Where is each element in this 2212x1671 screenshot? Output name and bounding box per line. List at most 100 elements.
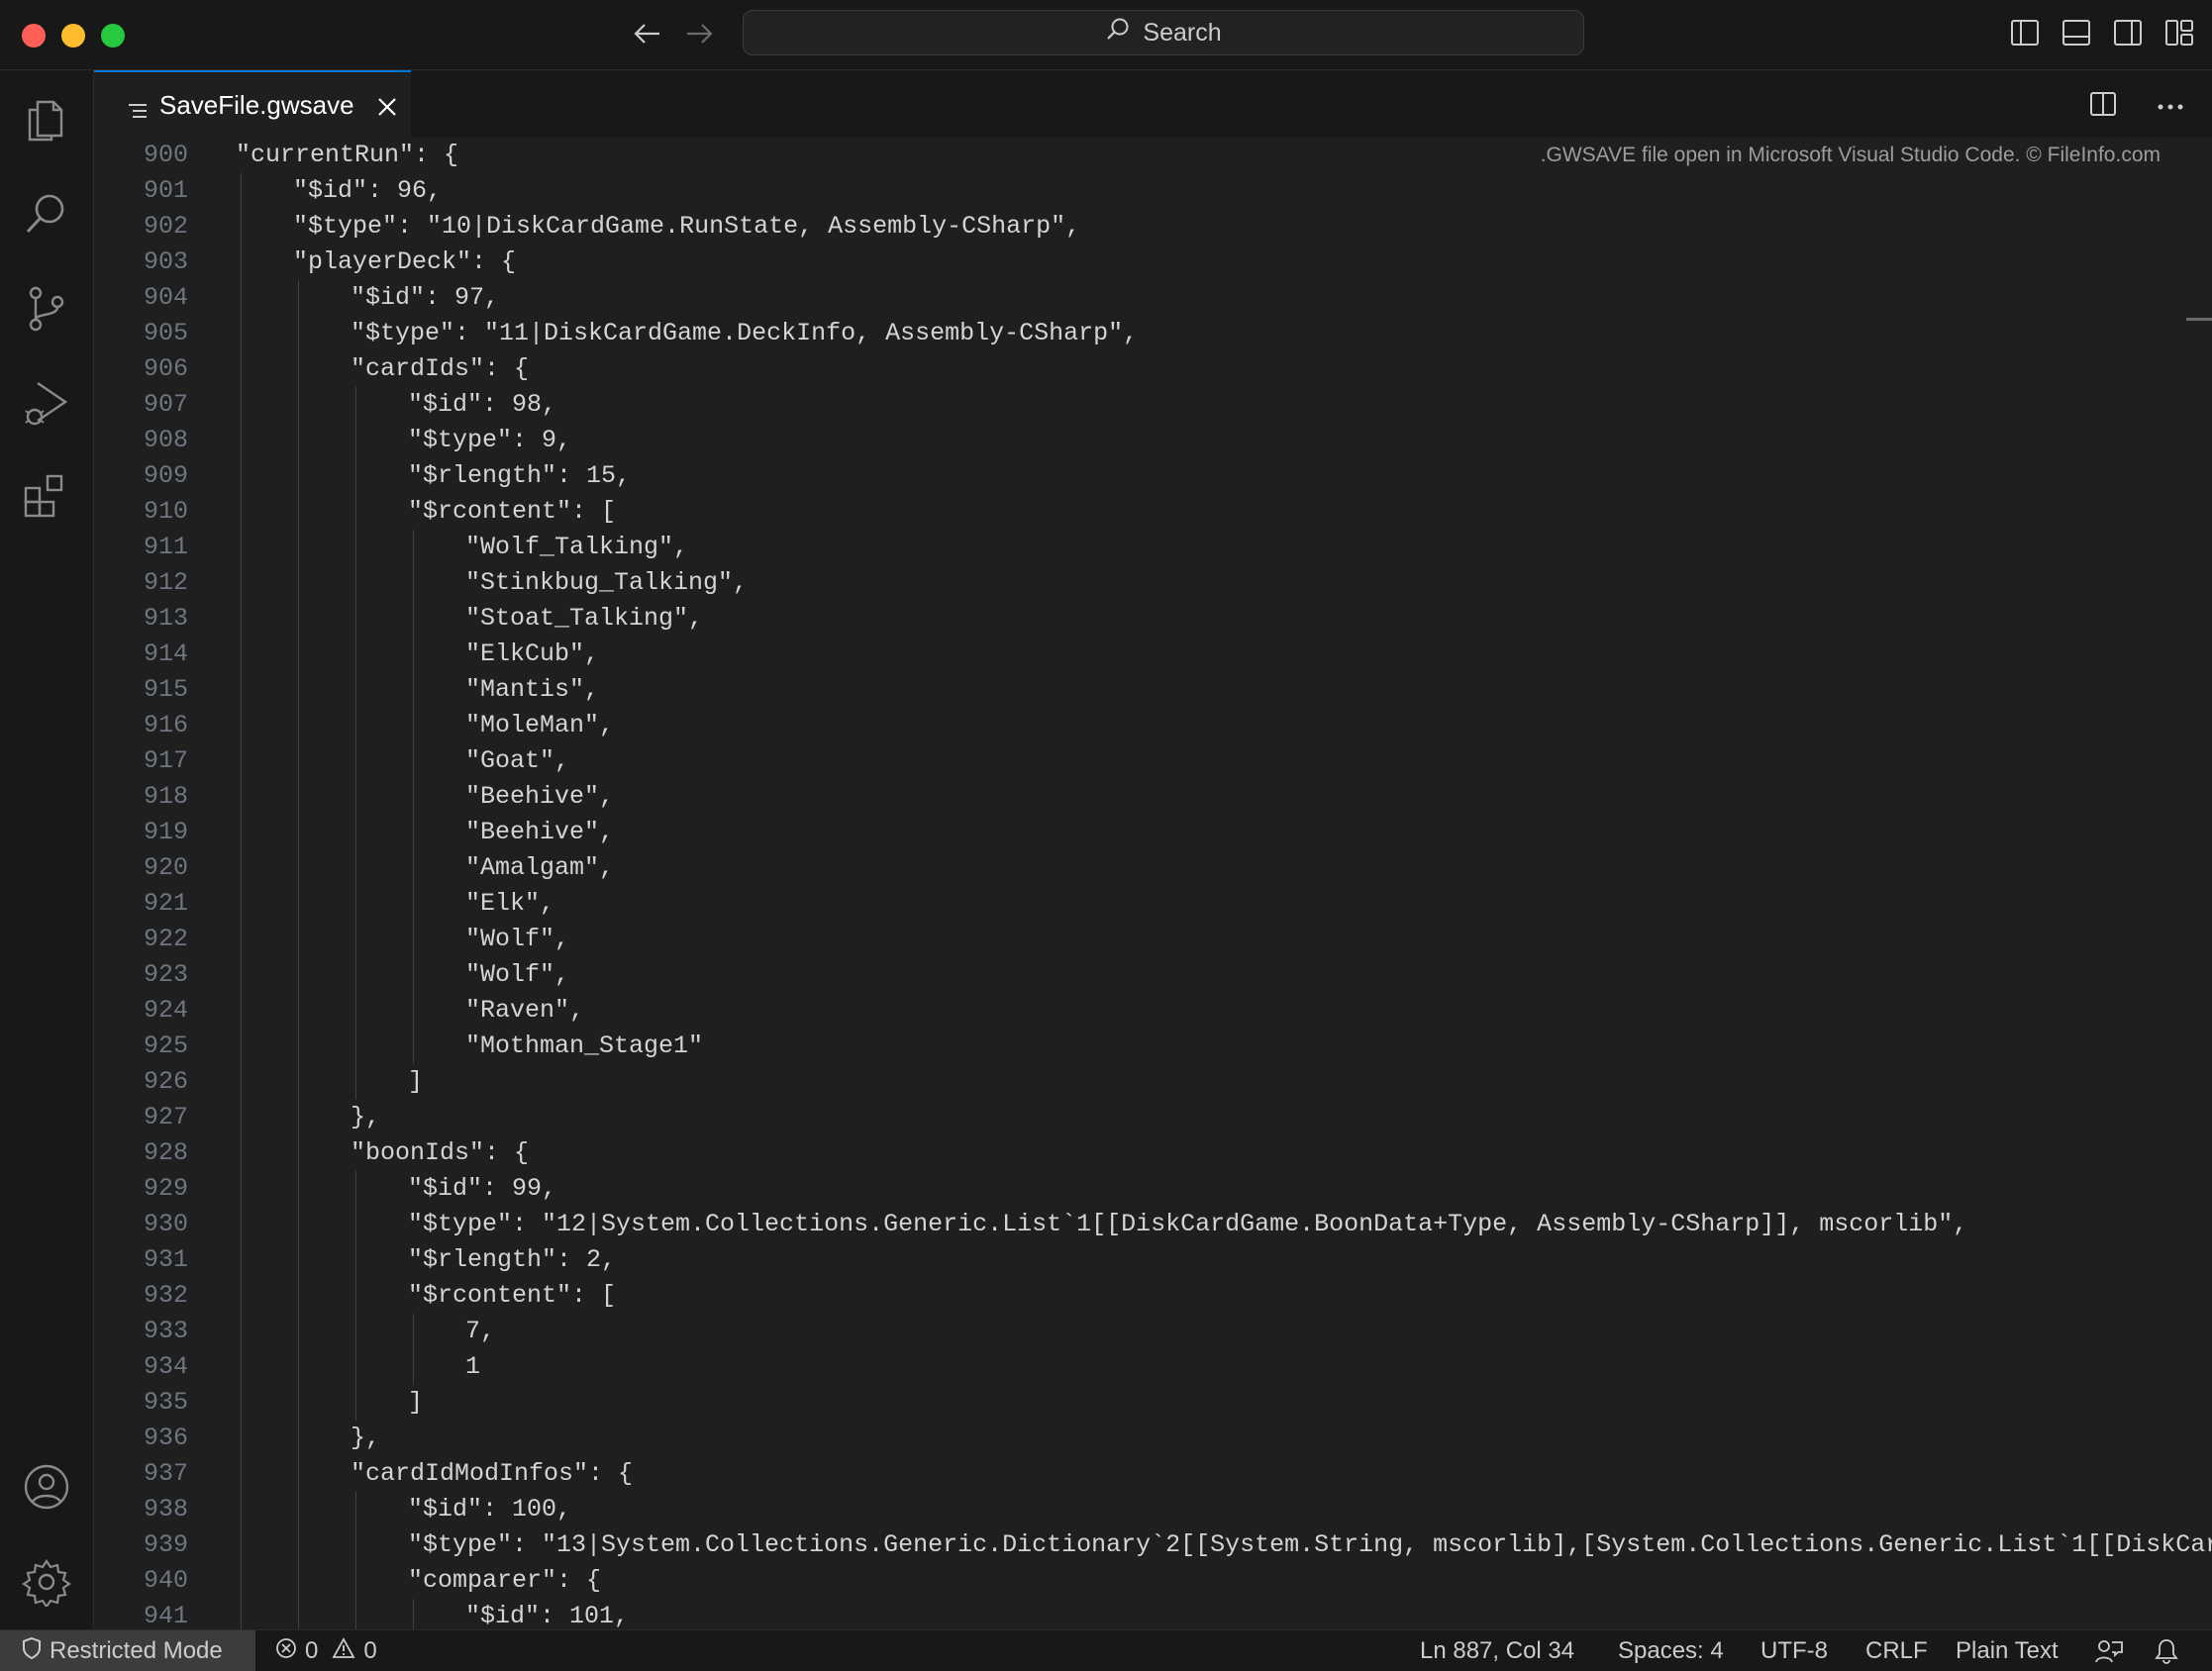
cursor-position[interactable]: Ln 887, Col 34 — [1420, 1630, 1574, 1671]
feedback-icon[interactable] — [2095, 1630, 2123, 1671]
code-line[interactable]: 925 "Mothman_Stage1" — [94, 1029, 2212, 1064]
indent-guide — [298, 601, 299, 637]
close-window-button[interactable] — [22, 24, 46, 48]
line-ending-setting[interactable]: CRLF — [1865, 1630, 1928, 1671]
code-line[interactable]: 915 "Mantis", — [94, 672, 2212, 708]
minimize-window-button[interactable] — [61, 24, 85, 48]
code-line[interactable]: 917 "Goat", — [94, 743, 2212, 779]
code-line[interactable]: 905 "$type": "11|DiskCardGame.DeckInfo, A… — [94, 316, 2212, 351]
indentation-setting[interactable]: Spaces: 4 — [1618, 1630, 1724, 1671]
more-actions-icon[interactable] — [2157, 98, 2184, 116]
code-line[interactable]: 919 "Beehive", — [94, 815, 2212, 850]
line-number: 912 — [143, 568, 188, 597]
scrollbar-marker[interactable] — [2186, 318, 2212, 321]
toggle-panel-icon[interactable] — [2061, 18, 2091, 48]
problems-indicator[interactable]: 0 0 — [275, 1630, 377, 1671]
code-line[interactable]: 907 "$id": 98, — [94, 387, 2212, 423]
line-number: 929 — [143, 1174, 188, 1203]
code-line[interactable]: 902 "$type": "10|DiskCardGame.RunState, A… — [94, 209, 2212, 245]
line-number: 923 — [143, 960, 188, 989]
code-line[interactable]: 927}, — [94, 1100, 2212, 1135]
indent-guide — [241, 1100, 242, 1135]
run-and-debug-icon[interactable] — [20, 377, 73, 431]
settings-gear-icon[interactable] — [20, 1555, 73, 1609]
indent-guide — [298, 1492, 299, 1527]
code-line[interactable]: 931 "$rlength": 2, — [94, 1242, 2212, 1278]
code-line[interactable]: 904 "$id": 97, — [94, 280, 2212, 316]
code-line[interactable]: 932 "$rcontent": [ — [94, 1278, 2212, 1314]
indent-guide — [413, 530, 414, 565]
code-line[interactable]: 924 "Raven", — [94, 993, 2212, 1029]
close-icon[interactable] — [376, 94, 398, 116]
indent-guide — [413, 957, 414, 993]
line-number: 925 — [143, 1032, 188, 1060]
code-line[interactable]: 928 "boonIds": { — [94, 1135, 2212, 1171]
code-line[interactable]: 906 "cardIds": { — [94, 351, 2212, 387]
source-control-icon[interactable] — [20, 282, 73, 336]
code-line[interactable]: 908 "$type": 9, — [94, 423, 2212, 458]
code-line[interactable]: 920 "Amalgam", — [94, 850, 2212, 886]
code-line[interactable]: 936}, — [94, 1421, 2212, 1456]
toggle-secondary-sidebar-icon[interactable] — [2113, 18, 2143, 48]
tab-savefile[interactable]: SaveFile.gwsave — [94, 70, 411, 138]
indent-guide — [298, 423, 299, 458]
indent-guide — [298, 1100, 299, 1135]
line-number: 904 — [143, 283, 188, 312]
indent-guide — [413, 922, 414, 957]
code-line[interactable]: 935] — [94, 1385, 2212, 1421]
forward-arrow-icon[interactable] — [679, 14, 719, 53]
code-line[interactable]: 912 "Stinkbug_Talking", — [94, 565, 2212, 601]
code-line[interactable]: 930 "$type": "12|System.Collections.Gener… — [94, 1207, 2212, 1242]
code-line[interactable]: 937 "cardIdModInfos": { — [94, 1456, 2212, 1492]
code-line[interactable]: 938 "$id": 100, — [94, 1492, 2212, 1527]
search-icon[interactable] — [20, 187, 73, 241]
code-line[interactable]: 918 "Beehive", — [94, 779, 2212, 815]
indent-guide — [298, 1349, 299, 1385]
code-editor[interactable]: 941 "$id": 101, 940 "comparer": {939 "$type"… — [94, 138, 2212, 1629]
line-number: 916 — [143, 711, 188, 739]
code-line[interactable]: 929 "$id": 99, — [94, 1171, 2212, 1207]
indent-guide — [298, 993, 299, 1029]
code-line[interactable]: 911 "Wolf_Talking", — [94, 530, 2212, 565]
code-line[interactable]: 913 "Stoat_Talking", — [94, 601, 2212, 637]
code-line[interactable]: 923 "Wolf", — [94, 957, 2212, 993]
command-center-search[interactable]: Search — [743, 10, 1584, 55]
line-text: "Wolf_Talking", — [465, 533, 689, 561]
indent-guide — [298, 1029, 299, 1064]
back-arrow-icon[interactable] — [628, 14, 667, 53]
code-line[interactable]: 903 "playerDeck": { — [94, 245, 2212, 280]
line-number: 918 — [143, 782, 188, 811]
explorer-icon[interactable] — [20, 92, 73, 146]
toggle-primary-sidebar-icon[interactable] — [2010, 18, 2040, 48]
code-line[interactable]: 914 "ElkCub", — [94, 637, 2212, 672]
notifications-bell-icon[interactable] — [2155, 1630, 2178, 1671]
code-line[interactable]: 909 "$rlength": 15, — [94, 458, 2212, 494]
maximize-window-button[interactable] — [101, 24, 125, 48]
indent-guide — [298, 957, 299, 993]
line-number: 903 — [143, 247, 188, 276]
error-count: 0 — [305, 1637, 319, 1664]
code-line[interactable]: 939 "$type": "13|System.Collections.Gener… — [94, 1527, 2212, 1563]
customize-layout-icon[interactable] — [2164, 18, 2194, 48]
indent-guide — [298, 1064, 299, 1100]
encoding-setting[interactable]: UTF-8 — [1760, 1630, 1828, 1671]
extensions-icon[interactable] — [20, 470, 73, 524]
indent-guide — [413, 779, 414, 815]
split-editor-icon[interactable] — [2089, 90, 2117, 123]
code-line[interactable]: 934 1 — [94, 1349, 2212, 1385]
code-line[interactable]: 940 "comparer": { — [94, 1563, 2212, 1599]
code-line[interactable]: 926] — [94, 1064, 2212, 1100]
restricted-mode-indicator[interactable]: Restricted Mode — [0, 1630, 255, 1671]
accounts-icon[interactable] — [20, 1460, 73, 1514]
code-line[interactable]: 933 7, — [94, 1314, 2212, 1349]
code-line[interactable]: 921 "Elk", — [94, 886, 2212, 922]
code-line[interactable]: 901 "$id": 96, — [94, 173, 2212, 209]
code-line[interactable]: 910 "$rcontent": [ — [94, 494, 2212, 530]
line-number: 920 — [143, 853, 188, 882]
language-mode[interactable]: Plain Text — [1956, 1630, 2059, 1671]
indent-guide — [298, 1278, 299, 1314]
code-line[interactable]: 922 "Wolf", — [94, 922, 2212, 957]
indent-guide — [355, 1207, 356, 1242]
code-line[interactable]: 941 "$id": 101, — [94, 1599, 2212, 1629]
code-line[interactable]: 916 "MoleMan", — [94, 708, 2212, 743]
